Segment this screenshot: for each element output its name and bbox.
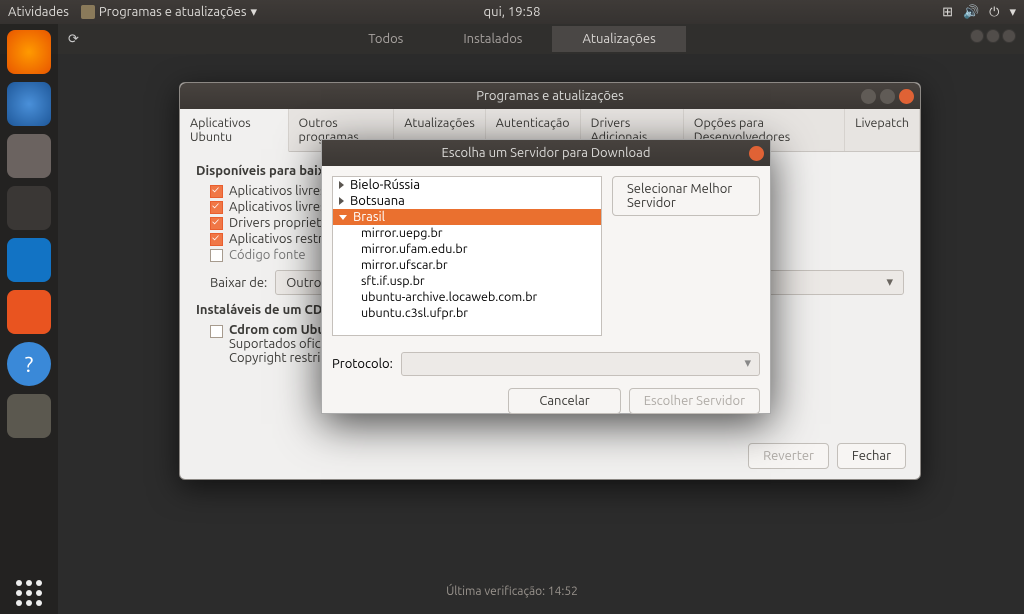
minimize-icon[interactable] [861, 89, 876, 104]
window-title: Programas e atualizações [476, 89, 624, 103]
checkbox-main[interactable] [210, 185, 223, 198]
last-check-status: Última verificação: 14:52 [446, 585, 578, 598]
dock-rhythmbox[interactable] [7, 186, 51, 230]
revert-button[interactable]: Reverter [748, 443, 829, 469]
checkbox-multiverse[interactable] [210, 233, 223, 246]
tree-item-botswana[interactable]: Botsuana [333, 193, 601, 209]
chevron-down-icon[interactable]: ▾ [1009, 5, 1016, 20]
dialog-titlebar[interactable]: Escolha um Servidor para Download [322, 140, 770, 166]
dock-running-app[interactable] [7, 394, 51, 438]
mirror-item[interactable]: mirror.uepg.br [333, 225, 601, 241]
choose-server-button[interactable]: Escolher Servidor [629, 388, 760, 414]
collapse-icon [339, 215, 347, 220]
tab-ubuntu-software[interactable]: Aplicativos Ubuntu [180, 109, 289, 152]
show-applications[interactable] [16, 580, 42, 606]
mirror-item[interactable]: mirror.ufscar.br [333, 257, 601, 273]
choose-server-dialog: Escolha um Servidor para Download Bielo-… [321, 139, 771, 414]
activities-button[interactable]: Atividades [8, 5, 69, 19]
checkbox-restricted[interactable] [210, 217, 223, 230]
maximize-icon[interactable] [880, 89, 895, 104]
dock-files[interactable] [7, 134, 51, 178]
tab-installed[interactable]: Instalados [433, 26, 552, 52]
power-icon[interactable]: ⏻ [989, 5, 999, 20]
volume-icon[interactable]: 🔊 [963, 5, 979, 20]
tab-updates[interactable]: Atualizações [552, 26, 685, 52]
chevron-down-icon: ▾ [250, 5, 257, 20]
dock-firefox[interactable] [7, 30, 51, 74]
top-panel: Atividades Programas e atualizações ▾ qu… [0, 0, 1024, 24]
mirror-item[interactable]: ubuntu.c3sl.ufpr.br [333, 305, 601, 321]
clock[interactable]: qui, 19:58 [484, 5, 541, 19]
window-controls-app [970, 29, 1016, 43]
software-top-tabs: Todos Instalados Atualizações [0, 24, 1024, 54]
minimize-icon[interactable] [970, 29, 984, 43]
tab-livepatch[interactable]: Livepatch [845, 109, 920, 151]
dock-libreoffice[interactable] [7, 238, 51, 282]
protocol-label: Protocolo: [332, 357, 393, 371]
close-button[interactable]: Fechar [837, 443, 906, 469]
app-menu[interactable]: Programas e atualizações ▾ [81, 5, 257, 20]
cancel-button[interactable]: Cancelar [508, 388, 620, 414]
app-icon [81, 5, 95, 19]
expand-icon [339, 181, 344, 189]
close-icon[interactable] [1002, 29, 1016, 43]
tree-item-brazil[interactable]: Brasil [333, 209, 601, 225]
best-server-button[interactable]: Selecionar Melhor Servidor [612, 176, 760, 216]
tab-all[interactable]: Todos [338, 26, 433, 52]
dialog-title: Escolha um Servidor para Download [442, 146, 651, 160]
mirror-item[interactable]: ubuntu-archive.locaweb.com.br [333, 289, 601, 305]
dock-software[interactable] [7, 290, 51, 334]
network-icon[interactable]: ⊞ [942, 5, 953, 20]
checkbox-source[interactable] [210, 249, 223, 262]
window-titlebar[interactable]: Programas e atualizações [180, 83, 920, 109]
mirror-item[interactable]: mirror.ufam.edu.br [333, 241, 601, 257]
dock-thunderbird[interactable] [7, 82, 51, 126]
checkbox-universe[interactable] [210, 201, 223, 214]
dock-help[interactable]: ? [7, 342, 51, 386]
tree-item-belarus[interactable]: Bielo-Rússia [333, 177, 601, 193]
mirror-item[interactable]: sft.if.usp.br [333, 273, 601, 289]
close-icon[interactable] [899, 89, 914, 104]
close-icon[interactable] [749, 146, 764, 161]
protocol-combo[interactable] [401, 352, 760, 376]
expand-icon [339, 197, 344, 205]
download-from-label: Baixar de: [210, 276, 267, 290]
checkbox-cdrom[interactable] [210, 325, 223, 338]
server-tree[interactable]: Bielo-Rússia Botsuana Brasil mirror.uepg… [332, 176, 602, 336]
dock: ? [0, 24, 58, 614]
maximize-icon[interactable] [986, 29, 1000, 43]
